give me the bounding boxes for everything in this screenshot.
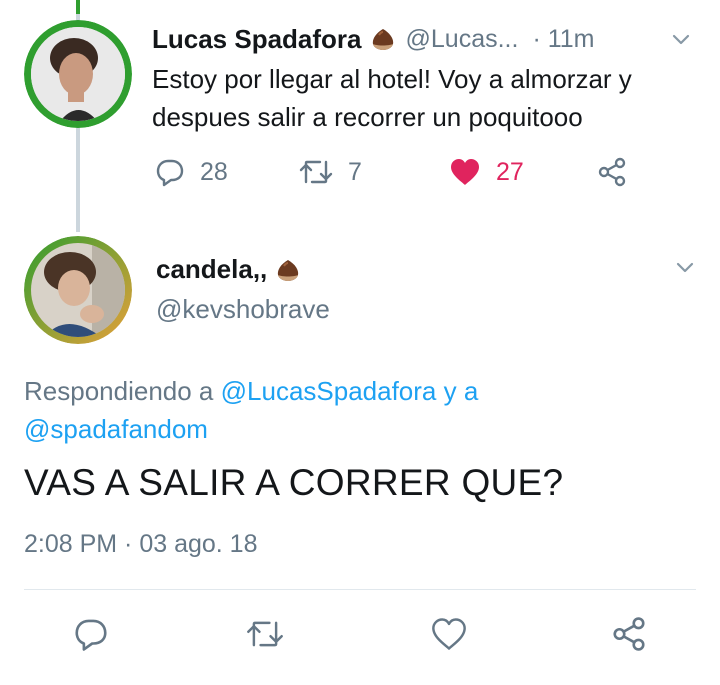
retweet-icon (299, 160, 333, 184)
replying-and: y a (443, 376, 479, 406)
divider (24, 589, 696, 590)
chestnut-emoji (275, 258, 301, 282)
reply-author-handle[interactable]: @kevshobrave (156, 294, 330, 325)
mention-link[interactable]: @spadafandom (24, 414, 208, 444)
share-icon (598, 157, 626, 187)
parent-tweet-time: · 11m (532, 24, 595, 53)
like-button[interactable]: 27 (448, 152, 524, 192)
reply-avatar[interactable] (24, 236, 132, 344)
reply-tweet-text: VAS A SALIR A CORRER QUE? (24, 462, 564, 503)
parent-tweet-actions: 28 7 27 (152, 152, 652, 192)
like-count: 27 (496, 157, 524, 186)
parent-avatar[interactable] (24, 20, 132, 128)
reply-author-name-row[interactable]: candela,, (156, 254, 301, 285)
share-button[interactable] (596, 152, 628, 192)
heart-icon (451, 159, 479, 185)
reply-icon (75, 619, 107, 651)
reply-icon (156, 159, 184, 187)
replying-to-line: Respondiendo a @LucasSpadafora y a @spad… (24, 372, 624, 448)
parent-author-handle[interactable]: @Lucas... (406, 25, 519, 54)
thread-connector-accent (76, 0, 80, 14)
chevron-down-icon[interactable] (674, 256, 696, 278)
reply-count: 28 (200, 157, 228, 186)
heart-icon (432, 618, 466, 650)
replying-prefix: Respondiendo a (24, 376, 214, 406)
chestnut-emoji (370, 27, 396, 51)
like-button[interactable] (430, 614, 468, 654)
reply-button[interactable]: 28 (154, 152, 228, 192)
retweet-button[interactable] (245, 614, 285, 654)
parent-tweet-header: Lucas Spadafora @Lucas... · 11m (152, 22, 692, 56)
reply-tweet-actions (0, 610, 720, 660)
retweet-button[interactable]: 7 (298, 152, 362, 192)
share-button[interactable] (610, 614, 648, 654)
parent-tweet-text: Estoy por llegar al hotel! Voy a almorza… (152, 64, 632, 132)
retweet-count: 7 (348, 157, 362, 186)
chevron-down-icon[interactable] (670, 28, 692, 50)
retweet-icon (247, 621, 283, 647)
share-icon (613, 617, 645, 651)
reply-author-name[interactable]: candela,, (156, 254, 267, 285)
mention-link[interactable]: @LucasSpadafora (221, 376, 437, 406)
reply-button[interactable] (72, 614, 110, 654)
reply-timestamp[interactable]: 2:08 PM · 03 ago. 18 (24, 530, 257, 559)
parent-author-name[interactable]: Lucas Spadafora (152, 24, 362, 55)
